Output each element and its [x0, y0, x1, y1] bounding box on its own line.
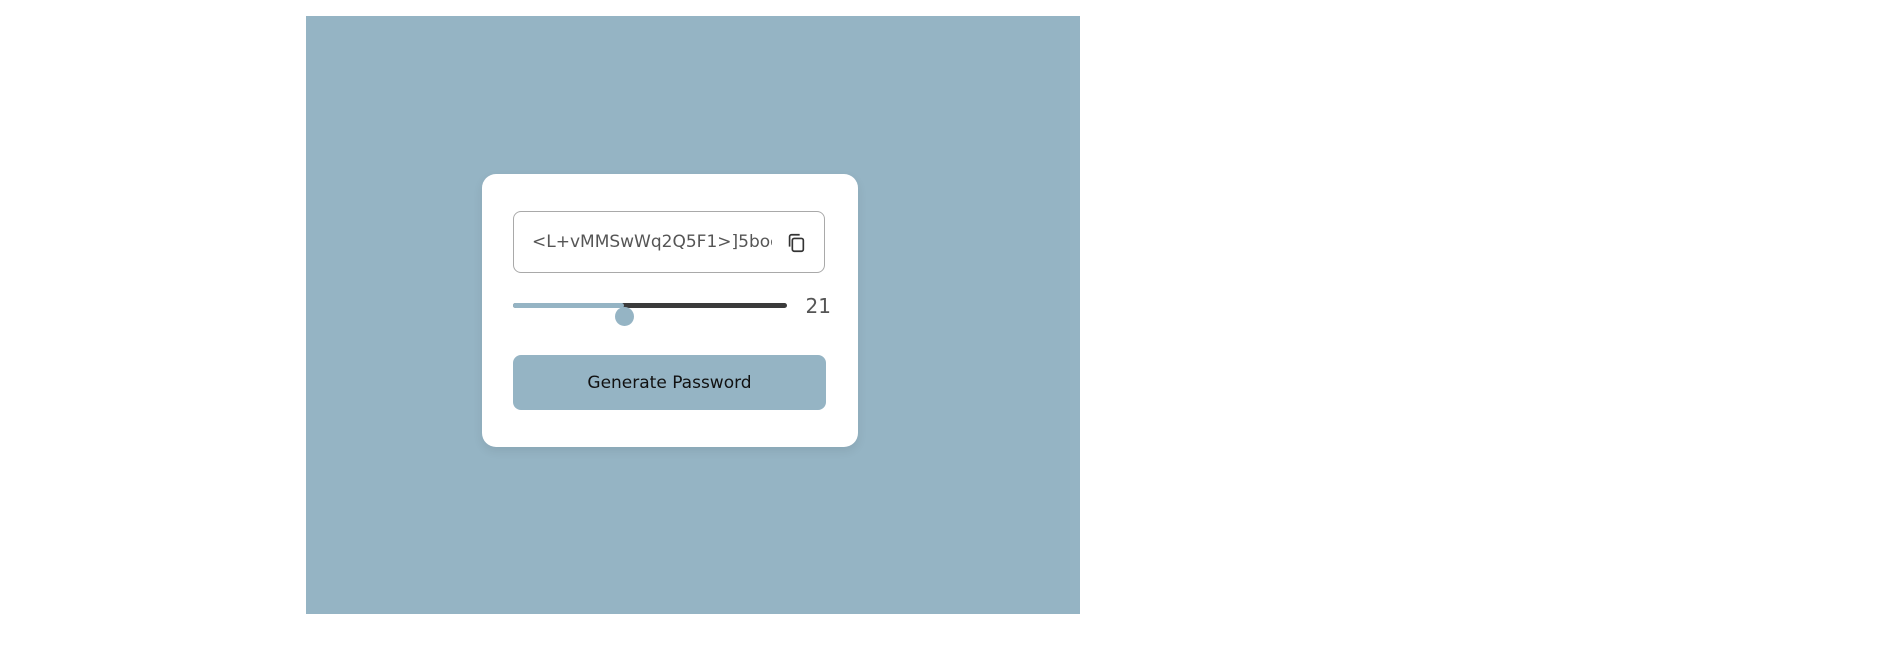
length-slider-fill: [513, 303, 624, 308]
password-field-container: [513, 211, 825, 273]
generate-password-button[interactable]: Generate Password: [513, 355, 826, 410]
length-slider[interactable]: [513, 303, 787, 326]
password-output[interactable]: [532, 212, 772, 272]
copy-button[interactable]: [783, 230, 809, 256]
length-slider-row: 21: [513, 292, 831, 326]
copy-icon: [788, 233, 805, 253]
password-generator-card: 21 Generate Password: [482, 174, 858, 447]
length-slider-thumb[interactable]: [615, 307, 634, 326]
length-value: 21: [805, 294, 831, 318]
app-background: 21 Generate Password: [306, 16, 1080, 614]
